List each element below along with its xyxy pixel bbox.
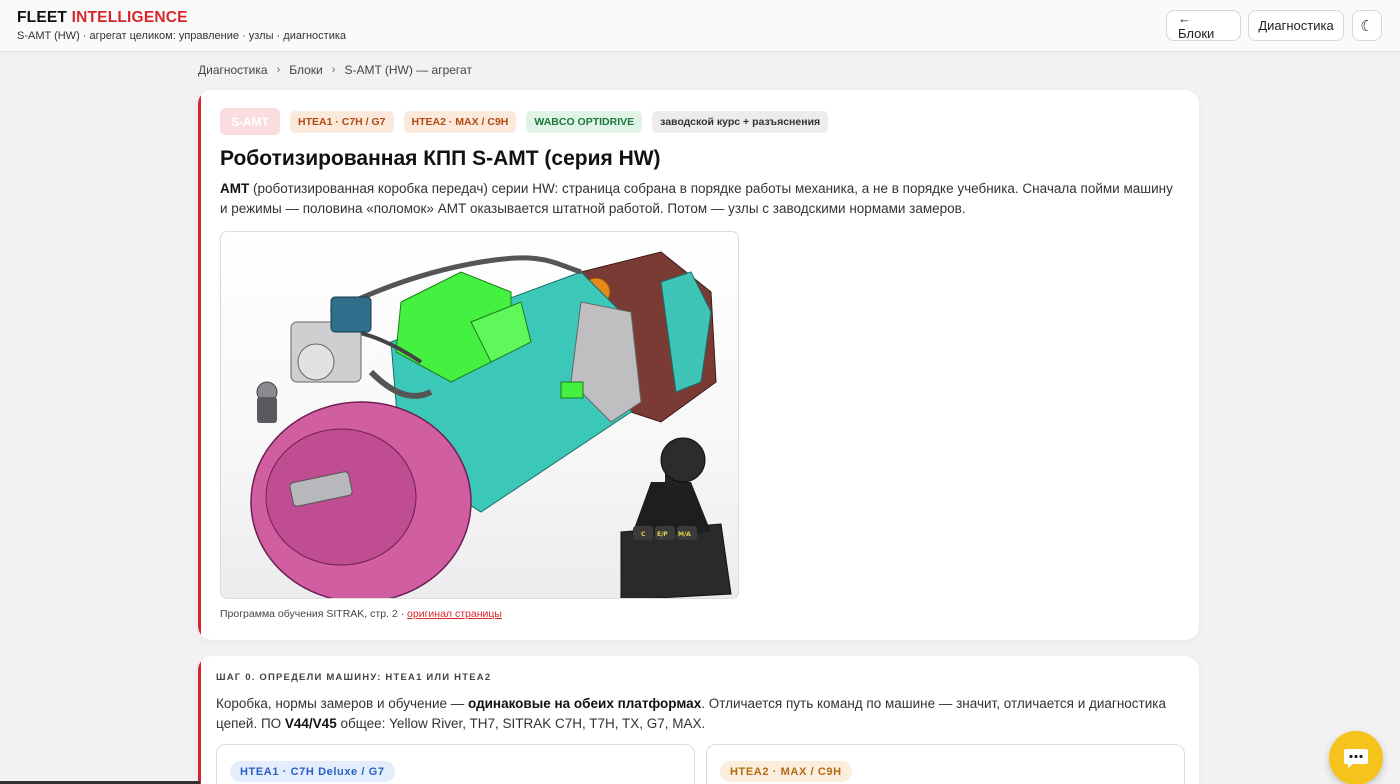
- intro-paragraph: AMT (роботизированная коробка передач) с…: [220, 179, 1180, 219]
- intro-text: (роботизированная коробка передач) серии…: [220, 181, 1173, 216]
- tag-list: S-AMT HTEA1 · C7H / G7 HTEA2 · MAX / C9H…: [220, 108, 829, 135]
- platform-htea1-badge: HTEA1 · C7H Deluxe / G7: [230, 761, 395, 782]
- step-text-e: общее: Yellow River, TH7, SITRAK C7H, T7…: [336, 716, 706, 731]
- platform-htea2-card[interactable]: HTEA2 · MAX / C9H: [706, 744, 1185, 784]
- shifter-knob: C E/P M/A: [620, 437, 732, 598]
- breadcrumb-blocks[interactable]: Блоки: [289, 63, 323, 77]
- breadcrumb: Диагностика › Блоки › S-AMT (HW) — агрег…: [198, 63, 472, 77]
- page-title: Роботизированная КПП S-AMT (серия HW): [220, 147, 661, 170]
- step-text-a: Коробка, нормы замеров и обучение —: [216, 696, 468, 711]
- tag-samt: S-AMT: [220, 108, 280, 135]
- tag-htea2: HTEA2 · MAX / C9H: [403, 110, 517, 133]
- transmission-image[interactable]: C E/P M/A: [220, 231, 739, 599]
- original-page-link[interactable]: оригинал страницы: [407, 608, 502, 620]
- shifter-button-c: C: [641, 531, 646, 538]
- caption-text: Программа обучения SITRAK, стр. 2 ·: [220, 608, 408, 620]
- moon-icon: ☾: [1360, 17, 1374, 35]
- step-0-card: ШАГ 0. ОПРЕДЕЛИ МАШИНУ: HTEA1 ИЛИ HTEA2 …: [198, 656, 1199, 784]
- step-text-d: V44/V45: [284, 716, 337, 731]
- step-heading: ШАГ 0. ОПРЕДЕЛИ МАШИНУ: HTEA1 ИЛИ HTEA2: [216, 672, 492, 683]
- step-paragraph: Коробка, нормы замеров и обучение — один…: [216, 694, 1176, 734]
- brand-fleet: FLEET: [17, 9, 68, 26]
- top-bar: FLEET INTELLIGENCE S-AMT (HW) · агрегат …: [0, 0, 1400, 52]
- tag-wabco: WABCO OPTIDRIVE: [526, 110, 643, 133]
- samt-overview-card: S-AMT HTEA1 · C7H / G7 HTEA2 · MAX / C9H…: [198, 90, 1199, 640]
- tag-course: заводской курс + разъяснения: [652, 110, 829, 133]
- shifter-button-ep: E/P: [657, 531, 668, 538]
- image-caption: Программа обучения SITRAK, стр. 2 · ориг…: [220, 608, 502, 620]
- breadcrumb-separator: ›: [276, 64, 281, 76]
- platform-htea2-badge: HTEA2 · MAX / C9H: [720, 761, 852, 782]
- breadcrumb-separator: ›: [331, 64, 336, 76]
- intro-bold: AMT: [220, 181, 250, 196]
- chat-button[interactable]: [1329, 731, 1383, 784]
- brand-logo[interactable]: FLEET INTELLIGENCE: [17, 9, 188, 27]
- chat-bubble-icon: [1344, 749, 1368, 768]
- transmission-illustration: C E/P M/A: [250, 251, 732, 598]
- page-subtitle: S-AMT (HW) · агрегат целиком: управление…: [17, 30, 347, 42]
- diagnostics-button[interactable]: Диагностика: [1248, 10, 1344, 41]
- back-to-blocks-button[interactable]: ← Блоки: [1166, 10, 1241, 41]
- step-text-b: одинаковые на обеих платформах: [468, 696, 702, 711]
- breadcrumb-diagnostics[interactable]: Диагностика: [198, 63, 268, 77]
- platform-htea1-card[interactable]: HTEA1 · C7H Deluxe / G7: [216, 744, 695, 784]
- tag-htea1: HTEA1 · C7H / G7: [290, 110, 394, 133]
- breadcrumb-current: S-AMT (HW) — агрегат: [344, 63, 472, 77]
- shifter-button-ma: M/A: [678, 531, 691, 538]
- theme-toggle-button[interactable]: ☾: [1352, 10, 1382, 41]
- brand-intelligence: INTELLIGENCE: [71, 9, 188, 26]
